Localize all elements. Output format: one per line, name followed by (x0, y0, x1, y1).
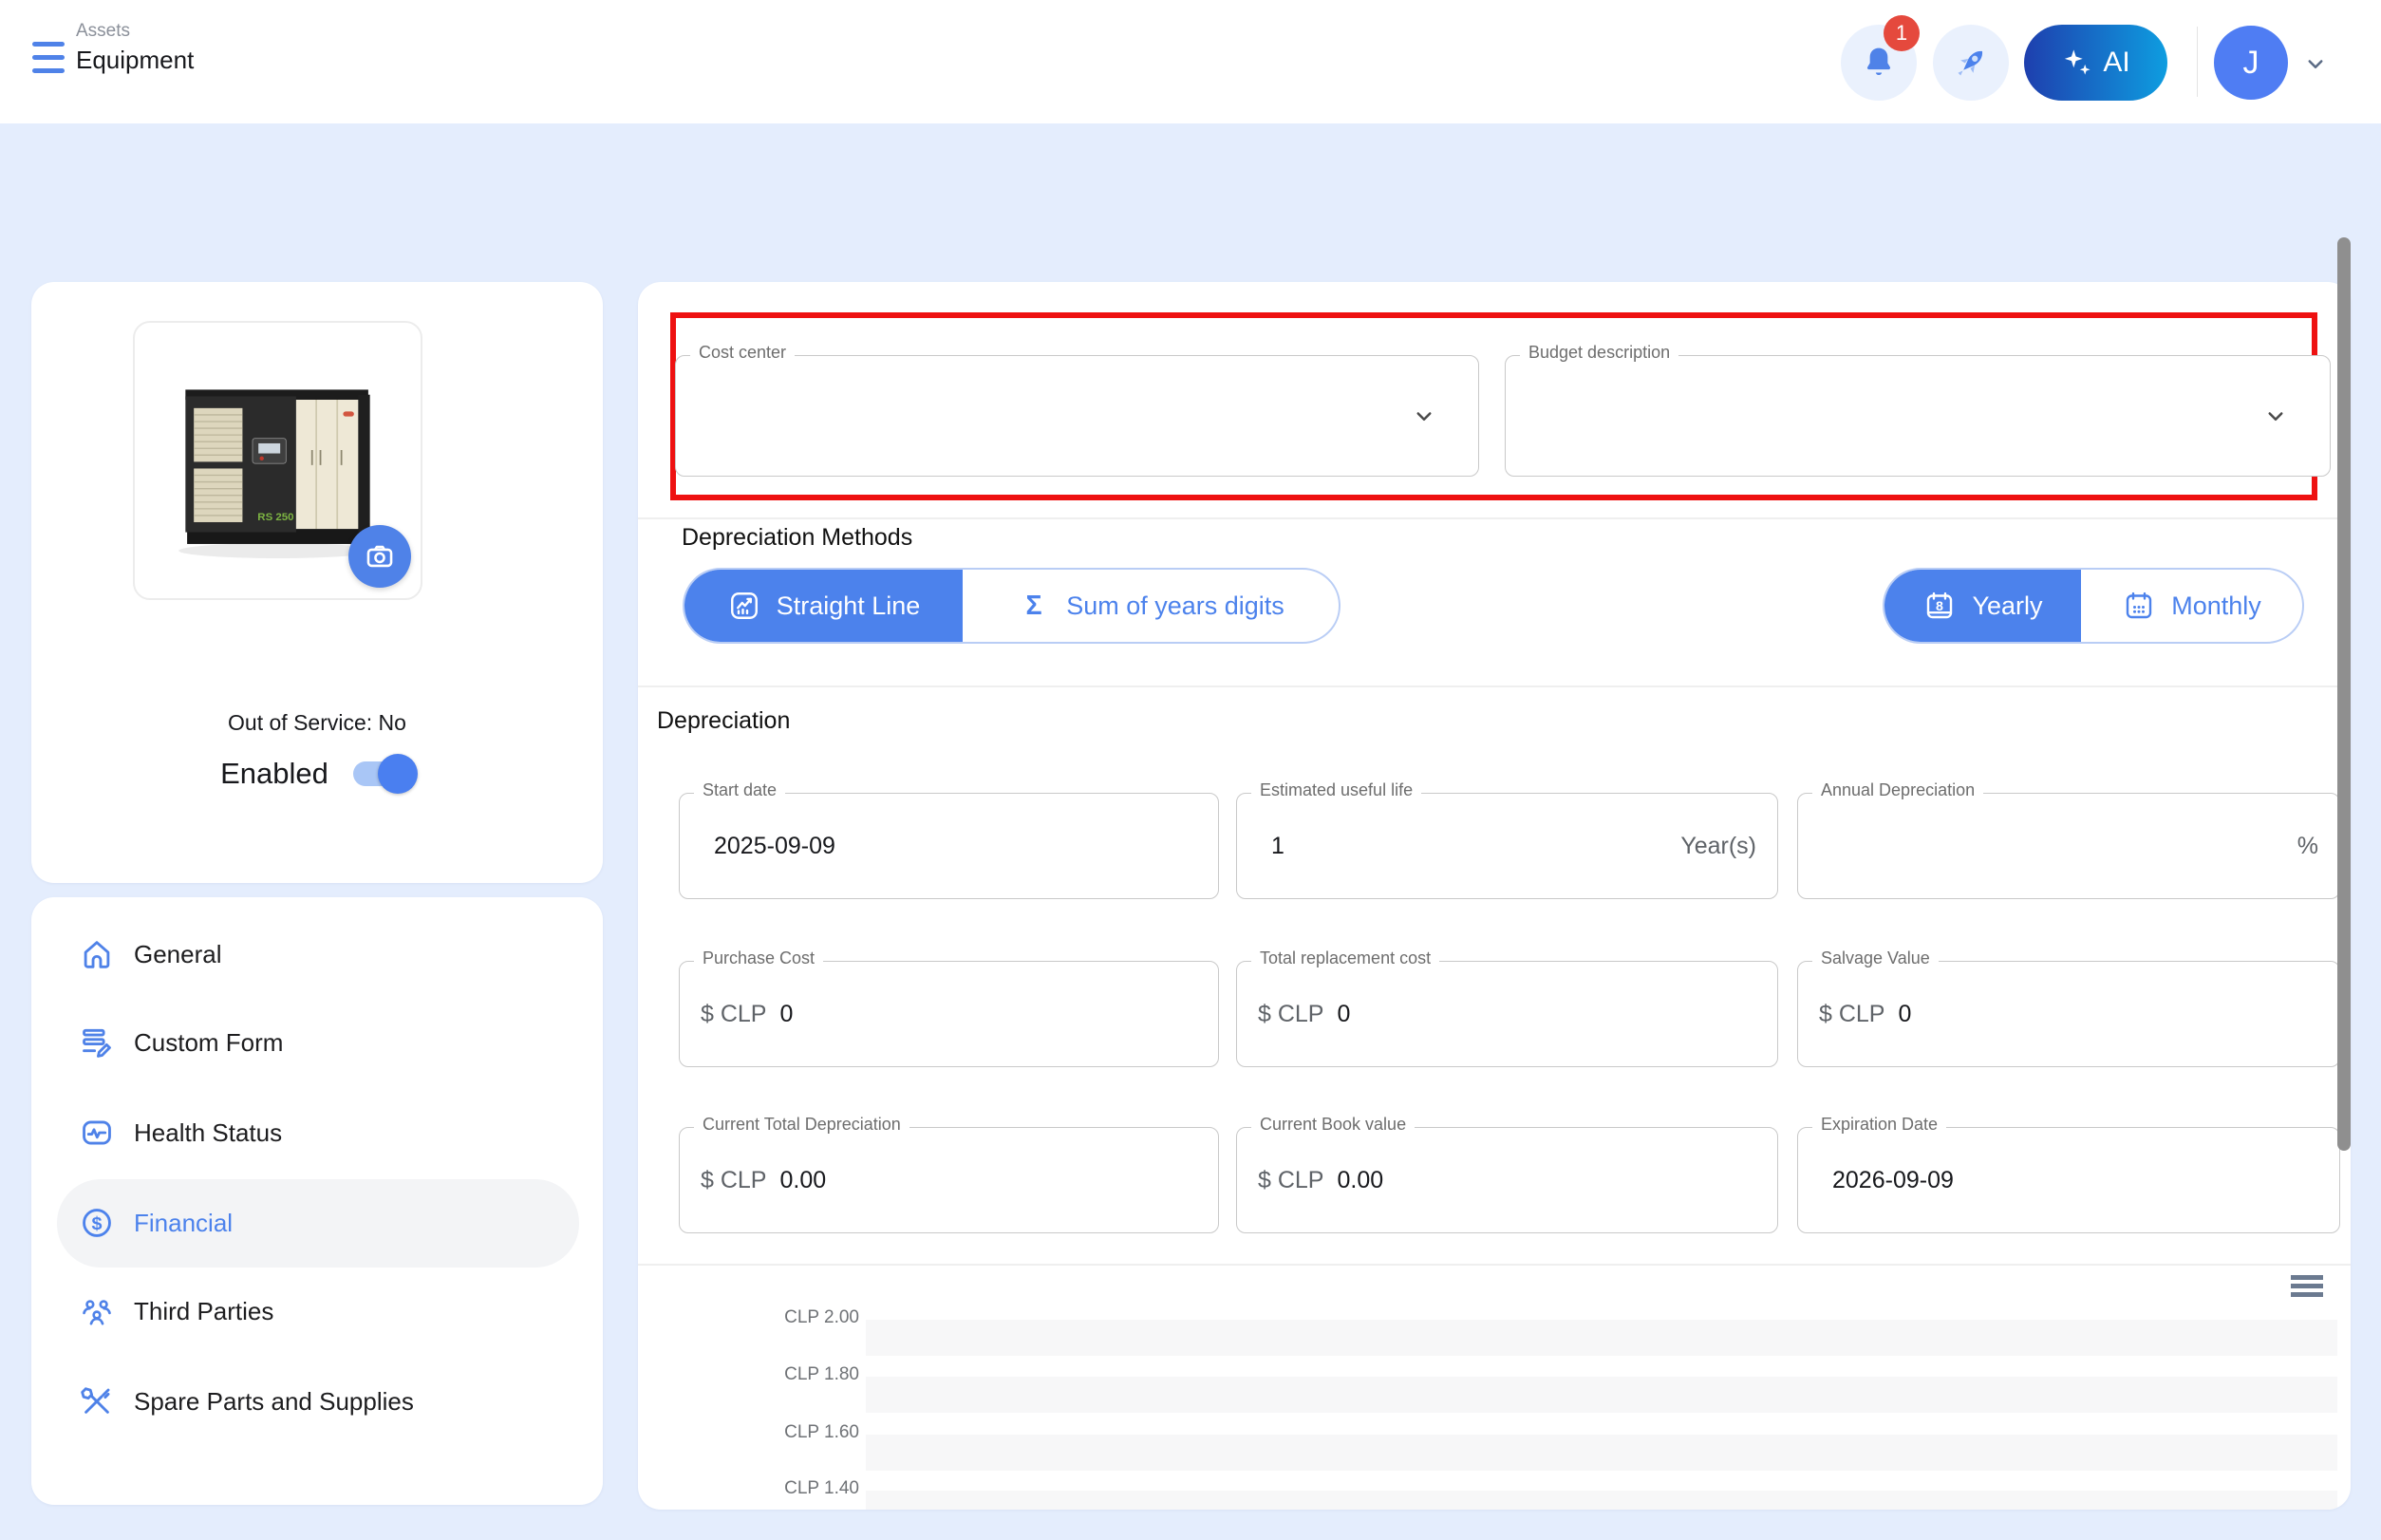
user-menu-chevron-icon[interactable] (2297, 49, 2334, 78)
bell-icon (1860, 44, 1898, 82)
sidebar-item-health-status[interactable]: Health Status (79, 1103, 282, 1162)
rocket-icon (1951, 43, 1991, 83)
section-divider (638, 1264, 2351, 1266)
chart-menu-button[interactable] (2291, 1275, 2323, 1301)
enabled-toggle[interactable] (353, 761, 414, 786)
sidebar-item-spare-parts[interactable]: Spare Parts and Supplies (79, 1372, 414, 1431)
people-icon (79, 1293, 115, 1329)
chevron-down-icon (2261, 402, 2290, 430)
section-divider (638, 517, 2351, 519)
field-value: 0 (1337, 1001, 1350, 1028)
cost-center-select[interactable]: Cost center (675, 355, 1479, 477)
svg-text:8: 8 (1937, 599, 1944, 614)
field-value: 0 (1898, 1001, 1911, 1028)
app: { "colors": { "accent": "#4c82ec", "icon… (0, 0, 2381, 1540)
cost-center-label: Cost center (690, 343, 795, 363)
home-icon (79, 936, 115, 972)
sigma-icon: Σ (1017, 589, 1051, 623)
financial-panel: Cost center Budget description Depreciat… (638, 282, 2351, 1510)
ai-assistant-button[interactable]: AI (2024, 25, 2167, 101)
asset-nav-card: General Custom Form Health Status $ Fina… (31, 897, 603, 1505)
purchase-cost-field[interactable]: Purchase Cost $ CLP 0 (679, 961, 1219, 1067)
calendar-month-icon (2122, 589, 2156, 623)
asset-summary-card: RS 250 Out of Service: No Enabled (31, 282, 603, 883)
annual-depreciation-field[interactable]: Annual Depreciation % (1797, 793, 2340, 899)
svg-text:$: $ (91, 1213, 102, 1234)
budget-description-select[interactable]: Budget description (1505, 355, 2331, 477)
chart-gridband (866, 1320, 2337, 1356)
chart-gridband (866, 1377, 2337, 1413)
dollar-icon: $ (79, 1205, 115, 1241)
camera-icon (364, 540, 396, 573)
toolbar: Compressor { COM-001 } Save (0, 152, 2381, 237)
period-switch: 8 Yearly Monthly (1883, 568, 2304, 644)
enabled-row: Enabled (31, 757, 603, 791)
chart-gridband (866, 1435, 2337, 1471)
section-divider (638, 685, 2351, 687)
chart-axis-label: CLP 1.40 (669, 1478, 859, 1499)
period-monthly[interactable]: Monthly (2081, 570, 2302, 642)
form-icon (79, 1024, 115, 1061)
user-avatar[interactable]: J (2214, 26, 2288, 100)
whats-new-button[interactable] (1933, 25, 2009, 101)
trend-icon (727, 589, 761, 623)
period-yearly[interactable]: 8 Yearly (1884, 570, 2081, 642)
sidebar-item-general[interactable]: General (79, 925, 222, 984)
chart-gridband (866, 1491, 2337, 1510)
notification-badge: 1 (1884, 15, 1920, 51)
vertical-scrollbar[interactable] (2337, 237, 2351, 1151)
page-title: Equipment (76, 46, 194, 75)
header-divider (2197, 27, 2198, 97)
depreciation-method-switch: Straight Line Σ Sum of years digits (683, 568, 1340, 644)
field-value: 0.00 (779, 1167, 826, 1194)
sidebar-item-financial[interactable]: $ Financial (79, 1193, 233, 1252)
chevron-down-icon (1410, 402, 1438, 430)
change-photo-button[interactable] (348, 525, 411, 588)
svg-text:Σ: Σ (1026, 591, 1042, 621)
current-book-value-field[interactable]: Current Book value $ CLP 0.00 (1236, 1127, 1778, 1233)
current-total-depreciation-field[interactable]: Current Total Depreciation $ CLP 0.00 (679, 1127, 1219, 1233)
ai-label: AI (2103, 47, 2129, 79)
methods-title: Depreciation Methods (682, 524, 912, 552)
chart-axis-label: CLP 2.00 (669, 1307, 859, 1328)
field-value: 1 (1271, 833, 1284, 860)
chart-axis-label: CLP 1.60 (669, 1422, 859, 1443)
top-bar: Assets Equipment 1 AI J (0, 0, 2381, 123)
salvage-value-field[interactable]: Salvage Value $ CLP 0 (1797, 961, 2340, 1067)
menu-icon[interactable] (32, 42, 70, 78)
enabled-label: Enabled (220, 757, 328, 791)
start-date-field[interactable]: Start date 2025-09-09 (679, 793, 1219, 899)
useful-life-field[interactable]: Estimated useful life 1 Year(s) (1236, 793, 1778, 899)
depreciation-title: Depreciation (657, 707, 790, 735)
sidebar-item-custom-form[interactable]: Custom Form (79, 1013, 283, 1072)
tools-icon (79, 1383, 115, 1419)
health-icon (79, 1115, 115, 1151)
budget-description-label: Budget description (1520, 343, 1678, 363)
field-value: 0 (779, 1001, 793, 1028)
replacement-cost-field[interactable]: Total replacement cost $ CLP 0 (1236, 961, 1778, 1067)
toggle-knob (378, 754, 418, 794)
chart-axis-label: CLP 1.80 (669, 1364, 859, 1385)
field-value: 2026-09-09 (1832, 1167, 1954, 1194)
method-sum-of-years[interactable]: Σ Sum of years digits (963, 570, 1339, 642)
method-straight-line[interactable]: Straight Line (684, 570, 963, 642)
header-section: Assets (76, 21, 130, 42)
sidebar-item-third-parties[interactable]: Third Parties (79, 1282, 273, 1341)
out-of-service-status: Out of Service: No (31, 710, 603, 736)
calendar-year-icon: 8 (1922, 589, 1957, 623)
field-value: 0.00 (1337, 1167, 1383, 1194)
expiration-date-field[interactable]: Expiration Date 2026-09-09 (1797, 1127, 2340, 1233)
field-value: 2025-09-09 (714, 833, 835, 860)
svg-text:RS 250: RS 250 (257, 512, 293, 523)
sparkle-icon (2061, 47, 2093, 79)
